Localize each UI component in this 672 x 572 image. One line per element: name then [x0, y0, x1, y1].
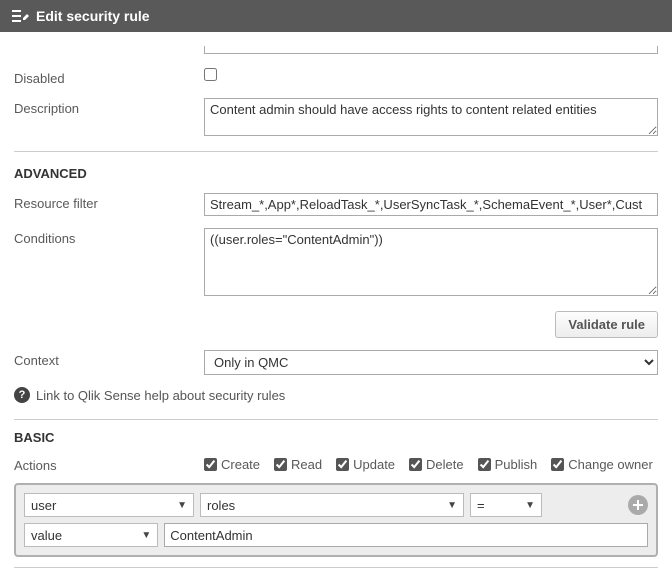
context-label: Context — [14, 350, 204, 368]
chevron-down-icon: ▼ — [177, 500, 187, 511]
disabled-label: Disabled — [14, 68, 204, 86]
context-select[interactable]: Only in QMC — [204, 350, 658, 375]
action-read[interactable]: Read — [274, 457, 322, 472]
help-icon: ? — [14, 387, 30, 403]
disabled-checkbox[interactable] — [204, 68, 217, 81]
basic-heading: BASIC — [14, 430, 658, 445]
action-update[interactable]: Update — [336, 457, 395, 472]
actions-list: Create Read Update Delete Publish Change… — [204, 457, 653, 472]
conditions-textarea[interactable]: ((user.roles="ContentAdmin")) — [204, 228, 658, 296]
operator-select[interactable]: =▼ — [470, 493, 542, 517]
action-publish[interactable]: Publish — [478, 457, 538, 472]
action-create[interactable]: Create — [204, 457, 260, 472]
condition-value-input[interactable] — [164, 523, 648, 547]
chevron-down-icon: ▼ — [525, 500, 535, 511]
value-type-select[interactable]: value▼ — [24, 523, 158, 547]
dialog-title: Edit security rule — [36, 8, 150, 24]
basic-condition-builder: user▼ roles▼ =▼ value▼ — [14, 483, 658, 557]
edit-list-icon — [12, 9, 30, 23]
resource-filter-input[interactable] — [204, 193, 658, 216]
subject-select[interactable]: user▼ — [24, 493, 194, 517]
resource-filter-label: Resource filter — [14, 193, 204, 211]
action-delete[interactable]: Delete — [409, 457, 464, 472]
add-condition-button[interactable] — [628, 495, 648, 515]
cropped-input-above — [204, 46, 658, 56]
action-changeowner[interactable]: Change owner — [551, 457, 653, 472]
validate-rule-button[interactable]: Validate rule — [555, 311, 658, 338]
description-textarea[interactable]: Content admin should have access rights … — [204, 98, 658, 136]
attribute-select[interactable]: roles▼ — [200, 493, 464, 517]
advanced-heading: ADVANCED — [14, 166, 658, 181]
name-label-placeholder — [14, 46, 204, 49]
conditions-label: Conditions — [14, 228, 204, 246]
chevron-down-icon: ▼ — [447, 500, 457, 511]
dialog-header: Edit security rule — [0, 0, 672, 32]
actions-label: Actions — [14, 455, 204, 473]
help-link[interactable]: Link to Qlik Sense help about security r… — [36, 388, 285, 403]
description-label: Description — [14, 98, 204, 116]
